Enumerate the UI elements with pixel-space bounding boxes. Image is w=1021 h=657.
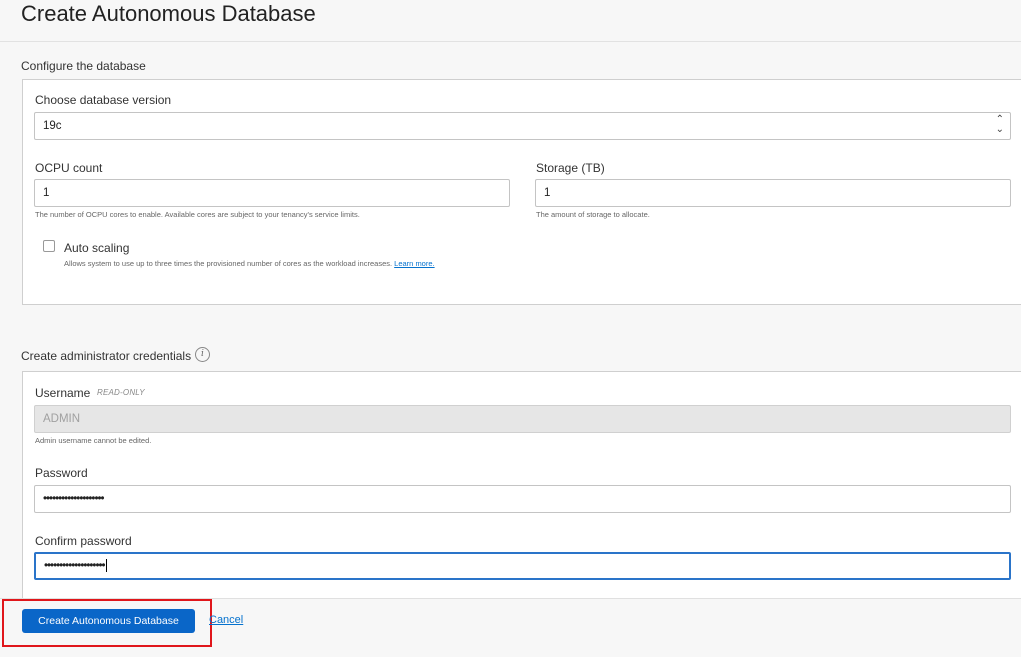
autoscale-label: Auto scaling xyxy=(64,241,130,255)
username-input: ADMIN xyxy=(34,405,1011,433)
storage-input[interactable]: 1 xyxy=(535,179,1011,207)
ocpu-label: OCPU count xyxy=(35,161,103,175)
ocpu-help: The number of OCPU cores to enable. Avai… xyxy=(35,210,360,219)
credentials-panel: Username READ-ONLY ADMIN Admin username … xyxy=(22,371,1021,603)
storage-value: 1 xyxy=(544,187,551,199)
ocpu-value: 1 xyxy=(43,187,50,199)
confirm-password-value: •••••••••••••••••••• xyxy=(44,560,106,572)
autoscale-help: Allows system to use up to three times t… xyxy=(64,259,393,268)
storage-help: The amount of storage to allocate. xyxy=(536,210,650,219)
ocpu-input[interactable]: 1 xyxy=(34,179,510,207)
configure-panel: Choose database version 19c ⌃ ⌄ OCPU coun… xyxy=(22,79,1021,305)
page-header: Create Autonomous Database xyxy=(0,0,1021,42)
page-title: Create Autonomous Database xyxy=(21,1,316,26)
version-label: Choose database version xyxy=(35,93,172,107)
select-arrows-icon: ⌃ ⌄ xyxy=(995,114,1004,135)
learn-more-link[interactable]: Learn more. xyxy=(394,259,434,268)
cancel-link[interactable]: Cancel xyxy=(209,614,243,626)
readonly-tag: READ-ONLY xyxy=(97,388,145,397)
password-label: Password xyxy=(35,466,88,480)
autoscale-help-line: Allows system to use up to three times t… xyxy=(64,259,435,268)
password-input[interactable]: •••••••••••••••••••• xyxy=(34,485,1011,513)
credentials-section-title: Create administrator credentials xyxy=(21,349,192,363)
storage-label: Storage (TB) xyxy=(536,161,605,175)
configure-section-title: Configure the database xyxy=(21,59,146,73)
highlight-box xyxy=(2,599,212,647)
username-value: ADMIN xyxy=(43,413,81,425)
text-cursor xyxy=(105,559,107,573)
autoscale-checkbox[interactable] xyxy=(43,240,55,252)
version-select[interactable]: 19c ⌃ ⌄ xyxy=(34,112,1011,140)
info-icon[interactable]: i xyxy=(195,347,210,362)
confirm-password-input[interactable]: •••••••••••••••••••• xyxy=(34,552,1011,580)
username-help: Admin username cannot be edited. xyxy=(35,436,152,445)
confirm-password-label: Confirm password xyxy=(35,534,132,548)
password-value: •••••••••••••••••••• xyxy=(43,493,105,505)
version-value: 19c xyxy=(43,120,62,132)
username-label: Username xyxy=(35,386,91,400)
